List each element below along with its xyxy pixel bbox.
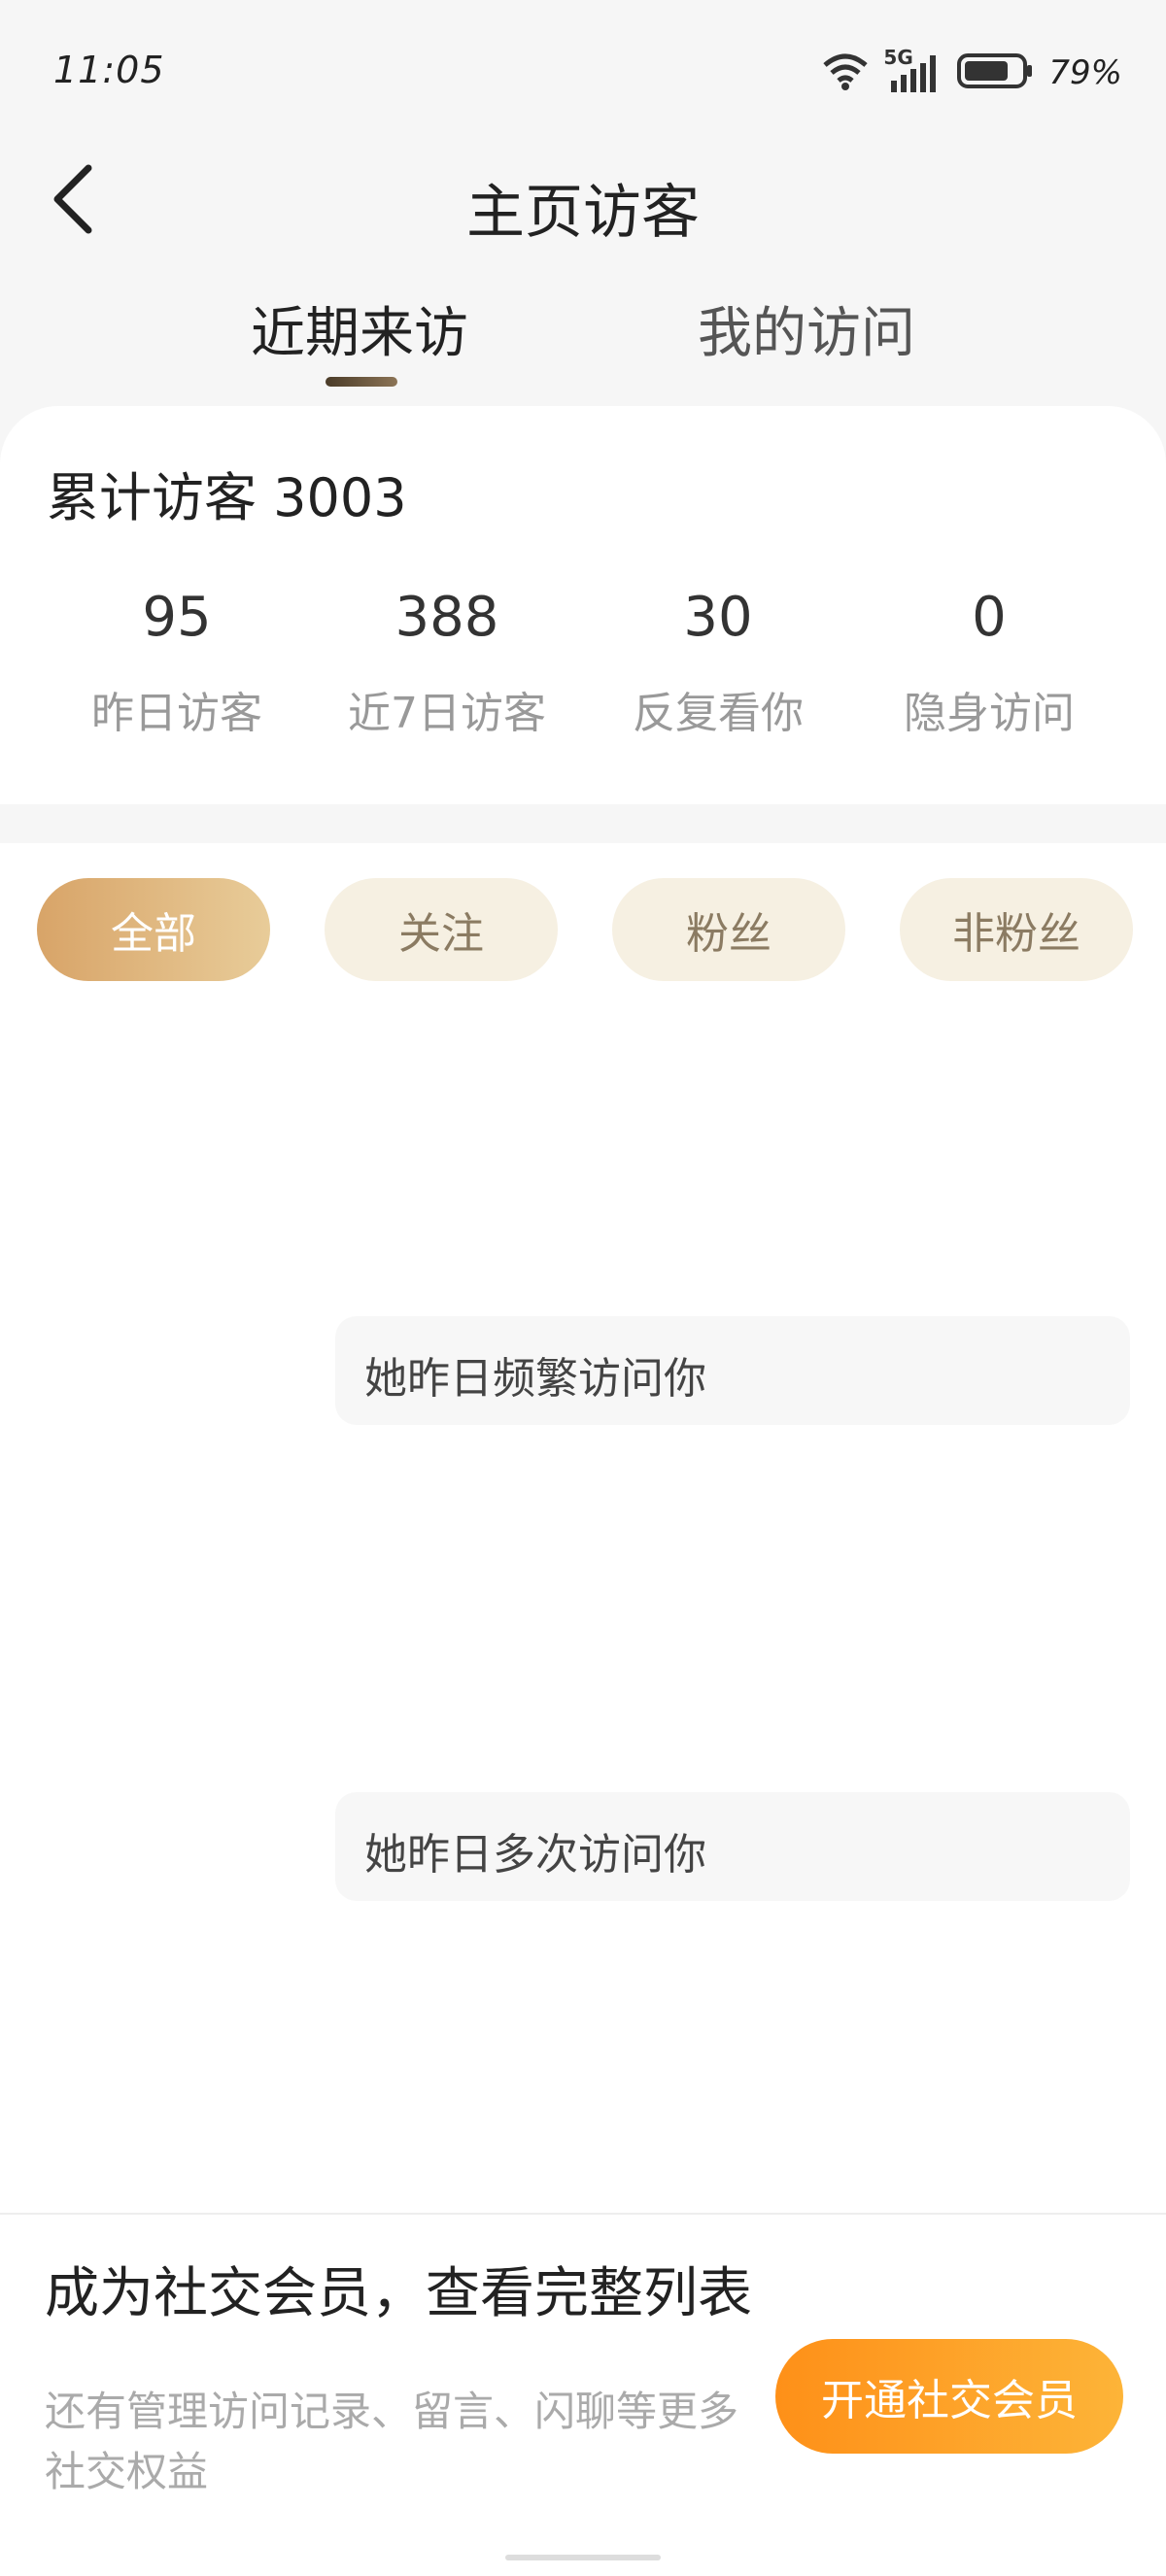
visitor-note: 她昨日频繁访问你	[364, 1354, 706, 1404]
page-title: 主页访客	[466, 179, 700, 247]
promo-subtitle: 还有管理访问记录、留言、闪聊等更多社交权益	[45, 2388, 739, 2495]
filter-chip-all[interactable]: 全部	[37, 878, 270, 981]
stat-value: 388	[394, 586, 499, 649]
wifi-icon	[821, 51, 870, 94]
stat-label: 近7日访客	[348, 689, 546, 738]
tab-my-visits[interactable]: 我的访问	[698, 289, 915, 368]
filter-chip-non-fans[interactable]: 非粉丝	[900, 878, 1133, 981]
membership-promo: 成为社交会员，查看完整列表 还有管理访问记录、留言、闪聊等更多社交权益 开通社交…	[0, 2213, 1166, 2576]
visitor-list: 全部 关注 粉丝 非粉丝 她昨日频繁访问你 她昨日多次访问你	[0, 843, 1166, 2213]
list-item[interactable]: 她昨日多次访问你	[335, 1792, 1130, 1901]
stat-label: 隐身访问	[904, 689, 1075, 738]
tab-active-indicator	[326, 377, 397, 387]
stat-label: 反复看你	[633, 689, 804, 738]
stat-value: 30	[683, 586, 753, 649]
status-bar: 11:05 5G 79%	[0, 0, 1166, 146]
status-icons: 5G 79%	[821, 46, 1122, 97]
stat-value: 95	[142, 586, 212, 649]
promo-title: 成为社交会员，查看完整列表	[45, 2262, 752, 2325]
stat-repeat-viewers[interactable]: 30 反复看你	[592, 591, 844, 740]
stat-last-7-days[interactable]: 388 近7日访客	[321, 591, 573, 740]
visitor-note: 她昨日多次访问你	[364, 1830, 706, 1880]
stat-value: 0	[972, 586, 1007, 649]
list-item[interactable]: 她昨日频繁访问你	[335, 1316, 1130, 1425]
battery-icon	[957, 51, 1035, 94]
stat-yesterday[interactable]: 95 昨日访客	[51, 591, 303, 740]
total-visitors: 累计访客 3003	[47, 467, 407, 528]
battery-percent: 79%	[1048, 53, 1122, 92]
visitor-stats-card: 累计访客 3003 95 昨日访客 388 近7日访客 30 反复看你 0 隐身…	[0, 406, 1166, 804]
home-indicator[interactable]	[505, 2555, 661, 2560]
status-time: 11:05	[53, 49, 165, 91]
stat-label: 昨日访客	[91, 689, 262, 738]
signal-icon: 5G	[883, 46, 943, 94]
page: 11:05 5G 79% 主页访客 近期来访 我的访问 累计访客 3003 95…	[0, 0, 1166, 2576]
open-membership-button[interactable]: 开通社交会员	[775, 2339, 1123, 2454]
network-type: 5G	[883, 46, 913, 69]
stat-hidden-visits[interactable]: 0 隐身访问	[863, 591, 1115, 740]
filter-chip-fans[interactable]: 粉丝	[612, 878, 845, 981]
filter-chip-following[interactable]: 关注	[325, 878, 558, 981]
tab-recent-visits[interactable]: 近期来访	[251, 289, 468, 368]
